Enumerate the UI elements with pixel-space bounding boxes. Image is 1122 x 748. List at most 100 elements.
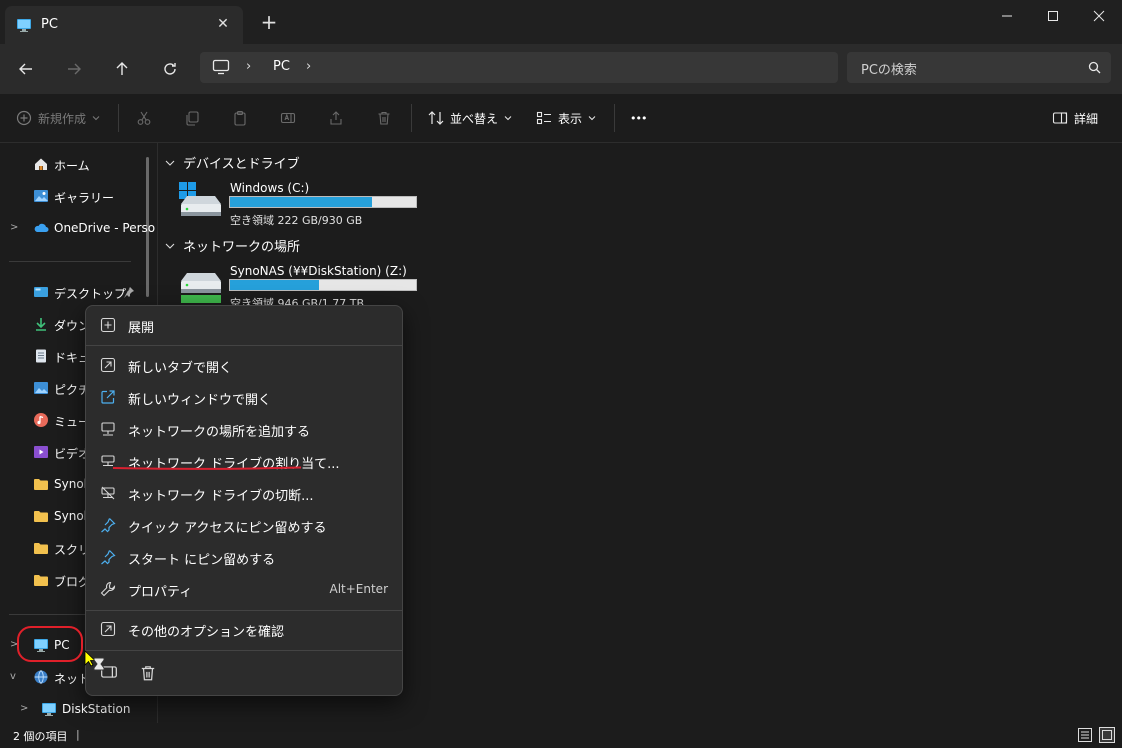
- context-menu: 展開 新しいタブで開く 新しいウィンドウで開く ネットワークの場所を追加する ネ…: [85, 305, 403, 696]
- rename-icon[interactable]: [280, 94, 296, 142]
- sort-button[interactable]: 並べ替え: [428, 94, 512, 142]
- toolbar-divider: [411, 104, 412, 132]
- document-icon: [36, 349, 46, 363]
- toolbar-divider: [118, 104, 119, 132]
- busy-cursor-icon: [84, 650, 105, 671]
- pc-icon: [17, 19, 31, 32]
- view-button[interactable]: 表示: [536, 94, 596, 142]
- red-underline-annotation: [112, 466, 302, 470]
- forward-arrow-icon[interactable]: [59, 54, 89, 84]
- menu-item-show-more-options[interactable]: その他のオプションを確認: [90, 614, 398, 644]
- toolbar-divider: [614, 104, 615, 132]
- search-box[interactable]: PCの検索: [847, 52, 1111, 83]
- cut-icon[interactable]: [136, 94, 152, 142]
- chevron-down-icon: [165, 160, 175, 166]
- group-header-network-locations[interactable]: ネットワークの場所: [165, 236, 300, 255]
- menu-separator: [86, 345, 402, 346]
- sidebar-item-diskstation[interactable]: > DiskStation: [0, 695, 157, 723]
- breadcrumb-separator[interactable]: ›: [246, 59, 251, 74]
- menu-item-label: スタート にピン留めする: [128, 553, 276, 568]
- maximize-icon[interactable]: [1030, 0, 1076, 32]
- chevron-right-icon[interactable]: >: [10, 222, 18, 233]
- chevron-down-icon: [165, 243, 175, 249]
- menu-item-disconnect-network-drive[interactable]: ネットワーク ドライブの切断...: [90, 478, 398, 508]
- menu-separator: [86, 650, 402, 651]
- sidebar-item-onedrive[interactable]: > OneDrive - Perso: [0, 214, 157, 242]
- sidebar-item-label: DiskStation: [62, 702, 131, 716]
- address-bar[interactable]: › PC ›: [200, 52, 838, 83]
- menu-item-label: 新しいタブで開く: [128, 361, 233, 376]
- menu-item-label: 展開: [128, 321, 155, 336]
- sidebar-item-label: Synol: [54, 477, 87, 491]
- sidebar-item-home[interactable]: ホーム: [0, 150, 157, 178]
- more-options-icon: [100, 621, 116, 637]
- sidebar-item-desktop[interactable]: デスクトップ: [0, 278, 157, 306]
- onedrive-icon: [34, 223, 49, 232]
- drive-usage-fill: [230, 197, 372, 207]
- download-icon: [36, 318, 46, 331]
- folder-icon: [34, 511, 48, 522]
- folder-icon: [34, 575, 48, 586]
- menu-item-label: 新しいウィンドウで開く: [128, 393, 272, 408]
- expand-icon: [100, 317, 116, 333]
- tab-pc[interactable]: PC ✕: [5, 6, 243, 44]
- sidebar-item-label: OneDrive - Perso: [54, 221, 156, 235]
- sidebar-item-label: ホーム: [54, 159, 90, 173]
- menu-item-open-new-window[interactable]: 新しいウィンドウで開く: [90, 382, 398, 412]
- close-tab-icon[interactable]: ✕: [213, 14, 233, 34]
- refresh-icon[interactable]: [155, 54, 185, 84]
- sidebar-item-label: ギャラリー: [54, 191, 115, 205]
- more-options-button[interactable]: •••: [630, 94, 647, 142]
- group-header-devices[interactable]: デバイスとドライブ: [165, 153, 300, 172]
- menu-item-label: ネットワークの場所を追加する: [128, 425, 311, 440]
- pin-icon[interactable]: [123, 286, 135, 298]
- menu-item-label: クイック アクセスにピン留めする: [128, 521, 327, 536]
- copy-icon[interactable]: [184, 94, 200, 142]
- menu-item-label: プロパティ: [128, 585, 193, 600]
- sidebar-item-gallery[interactable]: ギャラリー: [0, 182, 157, 210]
- menu-item-properties[interactable]: プロパティ Alt+Enter: [90, 574, 398, 604]
- delete-icon[interactable]: [376, 94, 392, 142]
- minimize-icon[interactable]: [984, 0, 1030, 32]
- chevron-right-icon[interactable]: >: [20, 703, 28, 714]
- menu-item-map-network-drive[interactable]: ネットワーク ドライブの割り当て...: [90, 446, 398, 476]
- monitor-icon: [212, 59, 230, 75]
- details-view-icon[interactable]: [1077, 727, 1093, 743]
- menu-item-pin-quick-access[interactable]: クイック アクセスにピン留めする: [90, 510, 398, 540]
- breadcrumb-pc[interactable]: PC: [273, 59, 290, 74]
- menu-item-shortcut: Alt+Enter: [329, 582, 388, 596]
- details-button[interactable]: 詳細: [1052, 94, 1098, 142]
- close-window-icon[interactable]: [1076, 0, 1122, 32]
- menu-item-pin-start[interactable]: スタート にピン留めする: [90, 542, 398, 572]
- menu-item-add-network-location[interactable]: ネットワークの場所を追加する: [90, 414, 398, 444]
- sort-icon: [428, 111, 444, 125]
- desktop-icon: [34, 287, 48, 297]
- tab-title: PC: [41, 17, 58, 32]
- new-button[interactable]: 新規作成: [16, 94, 100, 142]
- folder-icon: [34, 479, 48, 490]
- new-tab-button[interactable]: +: [258, 12, 280, 34]
- chevron-down-icon[interactable]: v: [10, 671, 16, 682]
- new-tab-icon: [100, 357, 116, 373]
- view-icon: [536, 111, 551, 125]
- back-arrow-icon[interactable]: [11, 54, 41, 84]
- new-label: 新規作成: [38, 111, 87, 126]
- pin-icon: [101, 518, 116, 533]
- up-arrow-icon[interactable]: [107, 54, 137, 84]
- share-icon[interactable]: [328, 94, 344, 142]
- tiles-view-icon[interactable]: [1099, 727, 1115, 743]
- menu-item-expand[interactable]: 展開: [90, 310, 398, 340]
- view-label: 表示: [558, 111, 583, 126]
- menu-item-open-new-tab[interactable]: 新しいタブで開く: [90, 350, 398, 380]
- search-icon: [1088, 61, 1101, 74]
- home-icon: [35, 158, 47, 170]
- delete-icon[interactable]: [139, 664, 157, 682]
- drive-windows-c[interactable]: Windows (C:) 空き領域 222 GB/930 GB: [177, 180, 422, 232]
- drive-usage-fill: [230, 280, 319, 290]
- chevron-down-icon: [504, 116, 512, 121]
- red-circle-annotation: [17, 626, 83, 662]
- paste-icon[interactable]: [232, 94, 248, 142]
- folder-icon: [34, 543, 48, 554]
- video-icon: [34, 446, 48, 458]
- breadcrumb-separator[interactable]: ›: [306, 59, 311, 74]
